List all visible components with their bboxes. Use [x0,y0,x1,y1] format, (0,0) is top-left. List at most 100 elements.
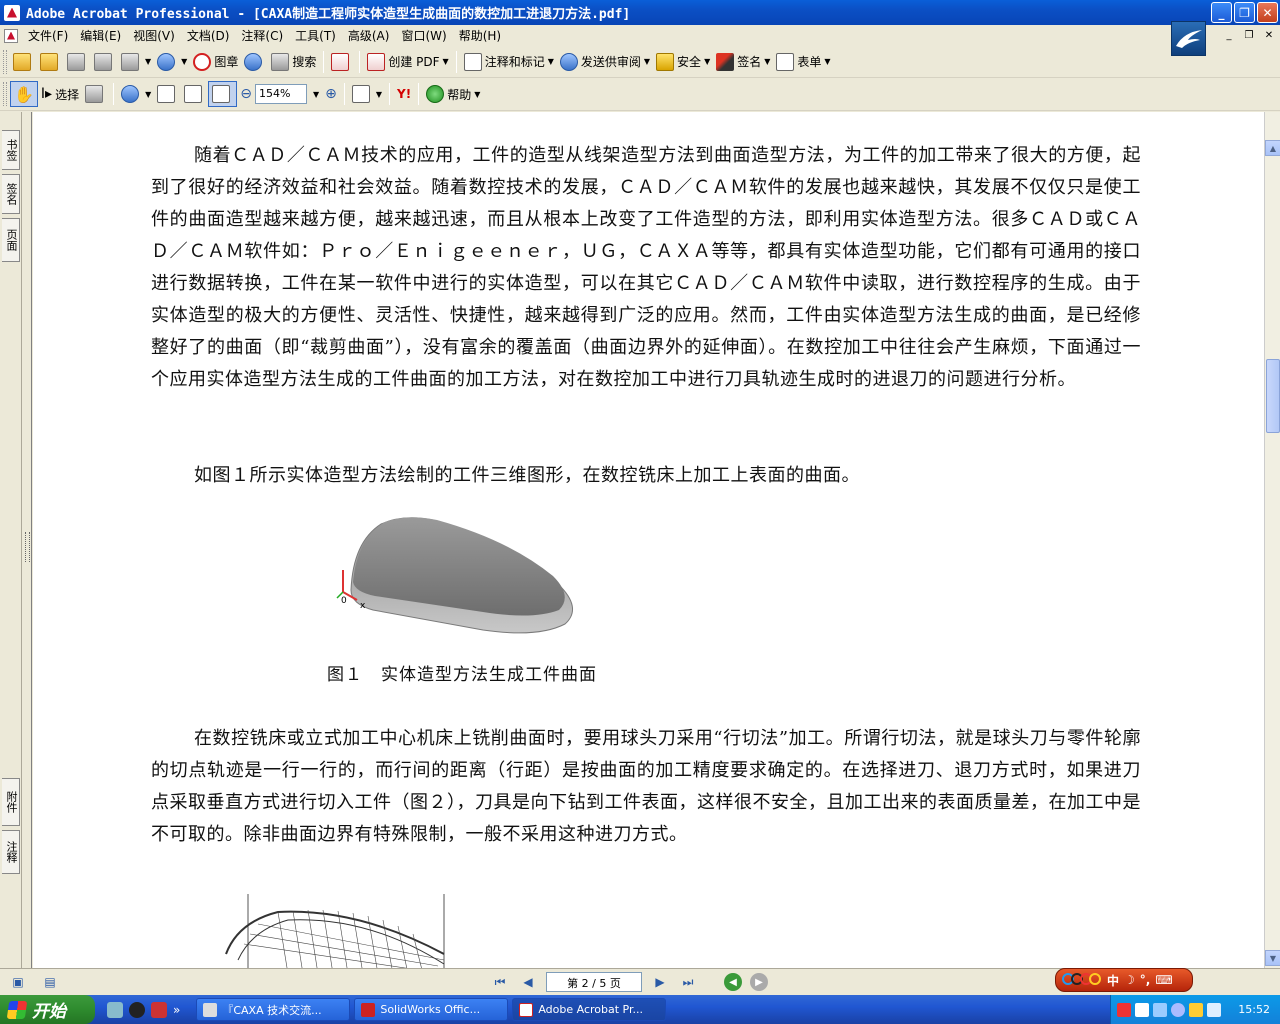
next-view-button[interactable]: ▶ [750,973,768,991]
security-button[interactable]: 安全 ▼ [653,49,713,75]
restore-button[interactable]: ❐ [1234,2,1255,23]
task-acrobat[interactable]: Adobe Acrobat Pr... [512,998,667,1021]
zoom-tool-button[interactable]: ▼ [118,81,154,107]
acrobat-app-icon[interactable] [4,4,20,21]
task-caxa[interactable]: 『CAXA 技术交流... [196,998,351,1021]
save-button[interactable] [64,49,91,75]
tasks-button[interactable]: ▼ [118,49,154,75]
organizer-button[interactable] [37,49,64,75]
menu-help[interactable]: 帮助(H) [453,27,507,44]
email-button[interactable] [241,49,268,75]
show-desktop-icon[interactable] [107,1001,123,1018]
hand-tool-button[interactable]: ✋ [10,81,38,107]
document-view[interactable]: 随着ＣＡＤ／ＣＡＭ技术的应用，工件的造型从线架造型方法到曲面造型方法，为工件的加… [33,112,1264,968]
document-menu-icon[interactable] [4,28,18,43]
start-label: 开始 [32,1002,66,1022]
help-button[interactable]: 帮助 ▼ [423,81,483,107]
tab-comments[interactable]: 注释 [2,830,20,874]
figure-1-solid-model: 0 x [333,512,593,645]
yahoo-button[interactable]: Y! [394,81,414,107]
forms-button[interactable]: 表单 ▼ [773,49,833,75]
sogou-icon[interactable] [1117,1002,1131,1017]
menu-document[interactable]: 文档(D) [181,27,236,44]
security-label: 安全 [677,55,702,69]
pane-splitter[interactable] [22,112,32,968]
next-page-button[interactable]: ▶ [650,972,670,992]
sign-button[interactable]: 签名 ▼ [713,49,773,75]
tab-attachments[interactable]: 附件 [2,778,20,826]
search-button[interactable]: 搜索 [268,49,319,75]
scroll-thumb[interactable] [1266,359,1280,433]
email-icon [244,52,263,71]
stamp-button[interactable]: 图章 [190,49,241,75]
figure-2-wireframe [218,894,458,968]
expand-tray-icon[interactable] [1171,1002,1185,1017]
ime-toolbar[interactable]: 中 ☽ °, ⌨ [1055,968,1193,992]
zoom-in-button[interactable]: ⊕ [322,81,340,107]
help-tray-icon[interactable] [1135,1002,1149,1017]
previous-page-button[interactable]: ◀ [518,972,538,992]
help-icon [426,85,445,103]
attach-button[interactable]: ▼ [154,49,190,75]
menu-file[interactable]: 文件(F) [22,27,74,44]
toolbar-separator [343,83,345,105]
send-review-button[interactable]: 发送供审阅 ▼ [557,49,653,75]
organizer-icon [40,52,58,71]
select-tool-button[interactable]: I▸ 选择 [38,81,82,107]
menu-view[interactable]: 视图(V) [127,27,181,44]
page-layout-continuous-icon[interactable]: ▤ [40,972,60,992]
yahoo-logo-icon: Y! [397,87,412,101]
last-page-button[interactable]: ⏭ [678,972,698,992]
first-page-button[interactable]: ⏮ [490,972,510,992]
keyboard-icon: ⌨ [1155,973,1173,987]
vertical-scrollbar[interactable]: ▲ ▼ [1264,112,1280,968]
zoom-input[interactable]: 154% [254,84,307,104]
zoom-out-button[interactable]: ⊖ [237,81,255,107]
zoom-dropdown[interactable]: ▼ [307,81,322,107]
scroll-up-button[interactable]: ▲ [1265,140,1280,156]
comment-markup-button[interactable]: 注释和标记 ▼ [461,49,557,75]
menu-window[interactable]: 窗口(W) [395,27,452,44]
axis-x-label: x [360,601,366,611]
open-button[interactable] [10,49,37,75]
menu-advanced[interactable]: 高级(A) [342,27,396,44]
more-quicklaunch-icon[interactable]: » [173,1003,180,1017]
minimize-button[interactable]: _ [1211,2,1232,23]
menu-comments[interactable]: 注释(C) [235,27,289,44]
start-button[interactable]: 开始 [0,995,95,1024]
toolbar-grip[interactable] [3,82,7,106]
page-layout-single-icon[interactable]: ▣ [8,972,28,992]
fit-width-button[interactable] [208,81,238,107]
network-icon[interactable] [1153,1002,1167,1017]
rotate-view-button[interactable]: ▼ [349,81,385,107]
paragraph-3: 在数控铣床或立式加工中心机床上铣削曲面时，要用球头刀采用“行切法”加工。所谓行切… [151,728,1141,845]
scroll-down-button[interactable]: ▼ [1265,950,1280,966]
tab-bookmarks[interactable]: 书签 [2,130,20,170]
menu-tools[interactable]: 工具(T) [289,27,342,44]
qq-tray-icon[interactable] [1189,1002,1203,1017]
menu-edit[interactable]: 编辑(E) [74,27,127,44]
actual-size-button[interactable] [154,81,181,107]
tab-pages[interactable]: 页面 [2,218,20,262]
close-button[interactable]: ✕ [1257,2,1278,23]
spell-check-button[interactable] [328,49,355,75]
page-number-field[interactable]: 第 2 / 5 页 [546,972,642,992]
task-solidworks[interactable]: SolidWorks Offic... [354,998,509,1021]
moon-icon: ☽ [1124,973,1135,987]
volume-icon[interactable] [1207,1002,1221,1017]
task-caxa-label: 『CAXA 技术交流... [222,1003,322,1017]
print-button[interactable] [91,49,118,75]
qq-icon[interactable] [129,1001,145,1018]
caxa-icon[interactable] [151,1001,167,1018]
rotate-icon [351,85,370,103]
create-pdf-button[interactable]: 创建 PDF ▼ [364,49,451,75]
doc-restore-button[interactable]: ❐ [1242,28,1256,42]
fit-page-button[interactable] [181,81,208,107]
tab-signatures[interactable]: 签名 [2,174,20,214]
doc-minimize-button[interactable]: _ [1222,28,1236,42]
previous-view-button[interactable]: ◀ [724,973,742,991]
title-bar: Adobe Acrobat Professional - [CAXA制造工程师实… [0,0,1280,25]
snapshot-button[interactable] [82,81,109,107]
toolbar-grip[interactable] [3,49,7,74]
doc-close-button[interactable]: ✕ [1262,28,1276,42]
